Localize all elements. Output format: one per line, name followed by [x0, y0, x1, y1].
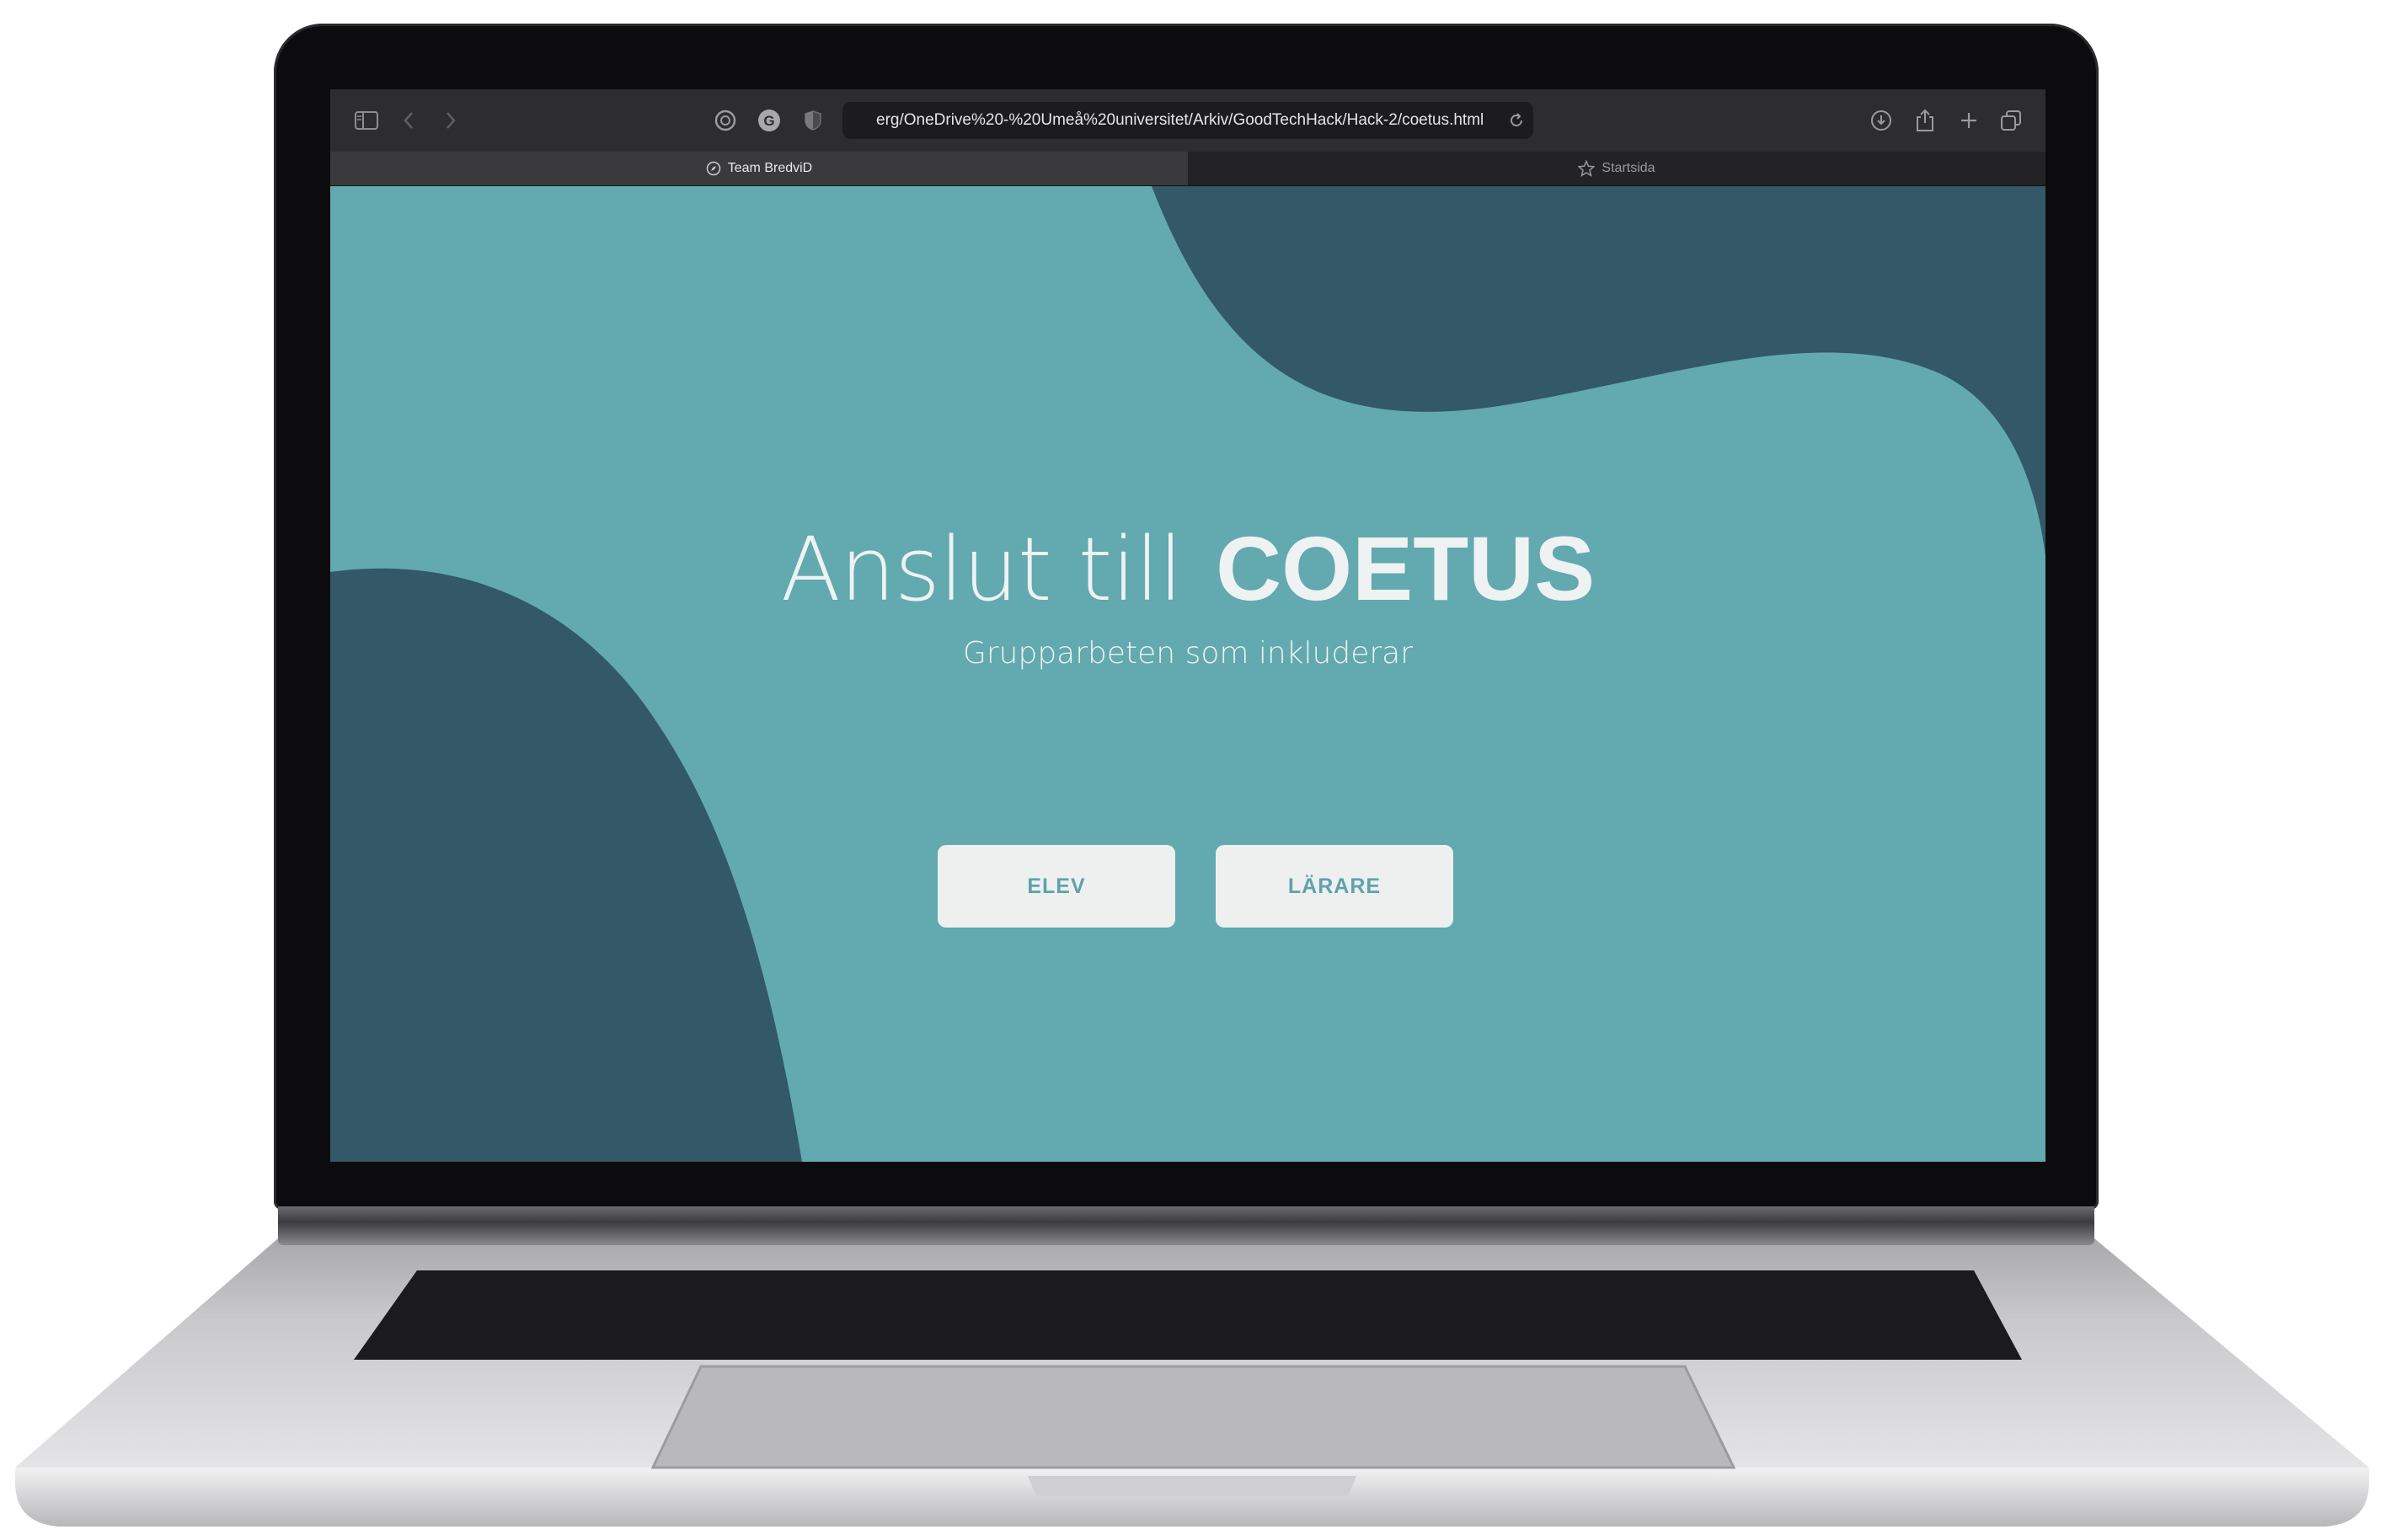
top-right-blob [1152, 186, 2045, 557]
tab-overview-icon[interactable] [1998, 108, 2024, 133]
tab-bar: Team BredviD Startsida [330, 152, 2045, 186]
page-title: Anslut till COETUS [330, 523, 2045, 614]
coetus-landing-page: Anslut till COETUS Grupparbeten som inklu… [330, 186, 2045, 1162]
brand-name: COETUS [1216, 517, 1596, 619]
browser-window: G erg/OneDrive%20-%20Umeå%20universitet/… [330, 89, 2045, 1162]
forward-icon[interactable] [438, 108, 463, 133]
laptop-hinge [278, 1206, 2094, 1245]
new-tab-icon[interactable] [1956, 108, 1981, 133]
background-blobs [330, 186, 2045, 1162]
title-lead: Anslut till [780, 518, 1183, 621]
share-icon[interactable] [1912, 108, 1938, 133]
student-button[interactable]: ELEV [938, 845, 1175, 928]
privacy-shield-icon[interactable] [800, 108, 826, 133]
grammarly-icon[interactable]: G [757, 108, 782, 133]
back-icon[interactable] [396, 108, 421, 133]
url-text[interactable]: erg/OneDrive%20-%20Umeå%20universitet/Ar… [842, 111, 1500, 130]
compass-icon [706, 161, 721, 176]
address-bar[interactable]: erg/OneDrive%20-%20Umeå%20universitet/Ar… [842, 102, 1533, 139]
tab-label: Startsida [1602, 161, 1655, 175]
tab-startsida[interactable]: Startsida [1188, 152, 2045, 185]
tab-label: Team BredviD [727, 161, 813, 175]
download-icon[interactable] [1869, 108, 1894, 133]
extension-icon[interactable] [713, 108, 738, 133]
hero-section: Anslut till COETUS Grupparbeten som inklu… [330, 523, 2045, 671]
reload-icon[interactable] [1500, 102, 1533, 139]
laptop-scene: G erg/OneDrive%20-%20Umeå%20universitet/… [0, 0, 2385, 1540]
page-subtitle: Grupparbeten som inkluderar [962, 636, 1414, 671]
browser-toolbar: G erg/OneDrive%20-%20Umeå%20universitet/… [330, 89, 2045, 152]
teacher-button[interactable]: LÄRARE [1216, 845, 1453, 928]
sidebar-icon[interactable] [354, 108, 379, 133]
svg-text:G: G [763, 113, 774, 129]
tab-team-bredvid[interactable]: Team BredviD [330, 152, 1188, 185]
star-icon [1578, 160, 1596, 177]
